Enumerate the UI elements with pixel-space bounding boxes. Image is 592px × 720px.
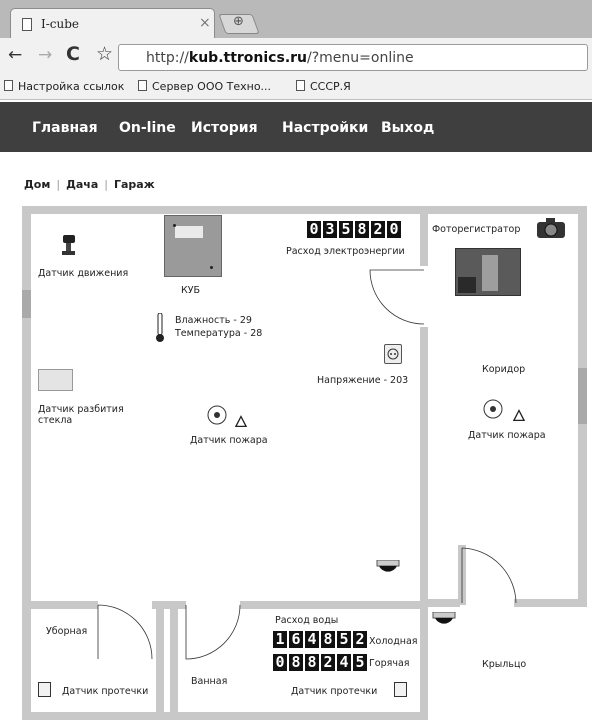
counter-digit: 5 [337, 631, 351, 648]
photo-camera-icon[interactable] [536, 217, 566, 239]
hot-water-label: Горячая [369, 658, 410, 669]
counter-digit: 6 [289, 631, 303, 648]
recorder-snapshot[interactable] [455, 248, 521, 296]
camera-icon[interactable] [431, 611, 461, 636]
thermometer-icon [156, 312, 164, 343]
motion-sensor-label: Датчик движения [38, 268, 129, 279]
electricity-counter: 035820 [307, 221, 401, 238]
snapshot-furniture [458, 277, 476, 293]
counter-digit: 2 [353, 631, 367, 648]
leak-sensor-bath-label: Датчик протечки [291, 686, 378, 697]
electricity-label: Расход электроэнергии [286, 246, 405, 257]
kub-display [175, 226, 203, 238]
voltage-label: Напряжение - 203 [317, 375, 409, 386]
counter-digit: 5 [339, 221, 353, 238]
counter-digit: 4 [305, 631, 319, 648]
counter-digit: 2 [321, 654, 335, 671]
glass-break-sensor-icon[interactable] [38, 369, 73, 391]
smoke-detector-icon[interactable] [207, 405, 227, 425]
water-label: Расход воды [275, 615, 339, 626]
power-socket-icon[interactable] [384, 344, 402, 364]
bathroom-label: Ванная [191, 676, 228, 687]
counter-digit: 0 [387, 221, 401, 238]
fire-sensor-corridor-label: Датчик пожара [468, 430, 546, 441]
counter-digit: 4 [337, 654, 351, 671]
cold-water-label: Холодная [369, 636, 418, 647]
humidity-label: Влажность - 29 [175, 315, 252, 326]
fire-sensor-main-label: Датчик пожара [190, 435, 268, 446]
counter-digit: 0 [307, 221, 321, 238]
counter-digit: 8 [321, 631, 335, 648]
fire-icon: 🜂 [512, 406, 526, 425]
counter-digit: 8 [305, 654, 319, 671]
door-arcs [97, 269, 517, 660]
toilet-label: Уборная [46, 626, 88, 637]
temperature-label: Температура - 28 [175, 328, 263, 339]
counter-digit: 8 [355, 221, 369, 238]
porch-label: Крыльцо [482, 659, 527, 670]
glass-sensor-label: Датчик разбития стекла [38, 404, 124, 426]
snapshot-doorway [482, 255, 498, 291]
screw-icon [173, 224, 176, 227]
cold-water-counter: 164852 [273, 631, 367, 648]
kub-controller-icon[interactable] [164, 215, 222, 277]
hot-water-counter: 088245 [273, 654, 367, 671]
camera-icon[interactable] [375, 559, 405, 584]
motion-sensor-icon[interactable] [60, 233, 78, 257]
leak-sensor-toilet-label: Датчик протечки [62, 686, 149, 697]
smoke-detector-icon[interactable] [483, 399, 503, 419]
corridor-label: Коридор [482, 364, 526, 375]
counter-digit: 3 [323, 221, 337, 238]
counter-digit: 2 [371, 221, 385, 238]
photo-recorder-label: Фоторегистратор [432, 224, 521, 235]
counter-digit: 8 [289, 654, 303, 671]
counter-digit: 0 [273, 654, 287, 671]
leak-sensor-icon[interactable] [38, 682, 51, 697]
fire-icon: 🜂 [234, 412, 248, 431]
kub-label: КУБ [181, 285, 201, 296]
counter-digit: 5 [353, 654, 367, 671]
screw-icon [210, 266, 213, 269]
counter-digit: 1 [273, 631, 287, 648]
leak-sensor-icon[interactable] [394, 682, 407, 697]
